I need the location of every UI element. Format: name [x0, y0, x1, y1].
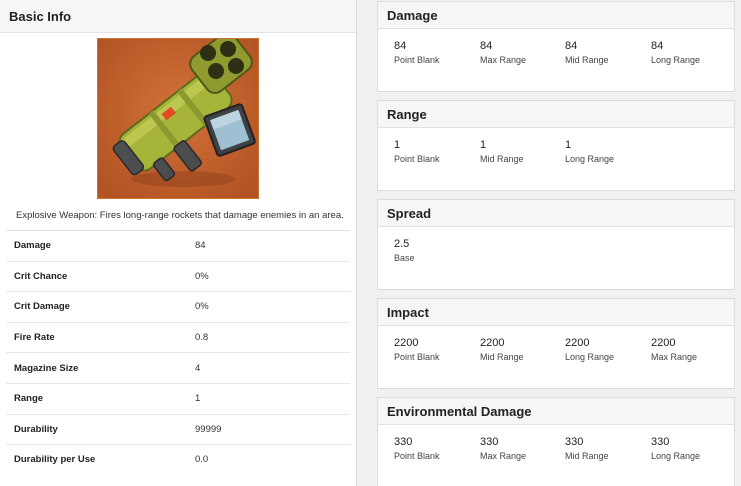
metric-label: Point Blank — [394, 451, 440, 461]
environmental-damage-card-body: 330 Point Blank 330 Max Range 330 Mid Range… — [378, 425, 734, 486]
metric-label: Point Blank — [394, 154, 440, 164]
stat-value-magazine-size: 4 — [195, 362, 201, 374]
stat-value-crit-chance: 0% — [195, 270, 209, 282]
stat-value-range: 1 — [195, 393, 201, 405]
stat-label-damage: Damage — [14, 240, 51, 252]
range-card: Range 1 Point Blank 1 Mid Range 1 Long Rang… — [377, 100, 735, 191]
stat-value-fire-rate: 0.8 — [195, 332, 209, 344]
metric-value: 84 — [480, 40, 493, 52]
weapon-image — [97, 32, 259, 199]
metric-value: 2200 — [480, 337, 505, 349]
metric: 330 Max Range — [480, 436, 526, 461]
stat-label-range: Range — [14, 393, 44, 405]
table-row: Fire Rate 0.8 — [6, 321, 350, 353]
metric: 84 Max Range — [480, 40, 526, 65]
weapon-description: Explosive Weapon: Fires long-range rocke… — [16, 210, 344, 221]
stat-label-durability-per-use: Durability per Use — [14, 454, 96, 466]
table-row: Damage 84 — [6, 230, 350, 261]
metric: 1 Point Blank — [394, 139, 440, 164]
metric-value: 84 — [565, 40, 578, 52]
stat-label-crit-chance: Crit Chance — [14, 270, 68, 282]
range-card-body: 1 Point Blank 1 Mid Range 1 Long Range — [378, 128, 734, 190]
range-card-title: Range — [378, 101, 734, 128]
stat-label-magazine-size: Magazine Size — [14, 362, 79, 374]
metric: 2200 Mid Range — [480, 337, 524, 362]
stat-value-damage: 84 — [195, 240, 206, 252]
metric-label: Mid Range — [565, 451, 609, 461]
metric-value: 1 — [480, 139, 487, 151]
spread-card-body: 2.5 Base — [378, 227, 734, 289]
damage-card-title: Damage — [378, 2, 734, 29]
metric-label: Mid Range — [480, 154, 524, 164]
metric-value: 330 — [565, 436, 584, 448]
metric-value: 2200 — [394, 337, 419, 349]
stat-label-crit-damage: Crit Damage — [14, 301, 70, 313]
metric: 84 Point Blank — [394, 40, 440, 65]
table-row: Crit Chance 0% — [6, 260, 350, 292]
metric-value: 330 — [480, 436, 499, 448]
metric-label: Max Range — [651, 352, 698, 362]
metric: 2200 Long Range — [565, 337, 614, 362]
metric-label: Max Range — [480, 55, 527, 65]
metric: 84 Long Range — [651, 40, 700, 65]
table-row: Durability 99999 — [6, 413, 350, 445]
stats-table: Damage 84 Crit Chance 0% Crit Damage 0% … — [6, 230, 350, 475]
metric-value: 1 — [394, 139, 401, 151]
impact-card-title: Impact — [378, 299, 734, 326]
metric: 1 Long Range — [565, 139, 614, 164]
stat-label-durability: Durability — [14, 423, 58, 435]
metric-label: Mid Range — [480, 352, 524, 362]
metric-label: Max Range — [480, 451, 527, 461]
metric-value: 330 — [651, 436, 670, 448]
metric-value: 2.5 — [394, 238, 410, 250]
metric: 84 Mid Range — [565, 40, 609, 65]
metric-label: Mid Range — [565, 55, 609, 65]
metric: 330 Long Range — [651, 436, 700, 461]
stat-value-durability: 99999 — [195, 423, 222, 435]
metric: 2200 Point Blank — [394, 337, 440, 362]
metric-label: Point Blank — [394, 352, 440, 362]
metric-label: Long Range — [565, 352, 615, 362]
metric: 330 Mid Range — [565, 436, 609, 461]
metric: 2200 Max Range — [651, 337, 697, 362]
metric: 2.5 Base — [394, 238, 415, 263]
environmental-damage-card-title: Environmental Damage — [378, 398, 734, 425]
stat-label-fire-rate: Fire Rate — [14, 332, 55, 344]
table-row: Crit Damage 0% — [6, 291, 350, 322]
metric: 330 Point Blank — [394, 436, 440, 461]
spread-card: Spread 2.5 Base — [377, 199, 735, 290]
impact-card: Impact 2200 Point Blank 2200 Mid Range 220… — [377, 298, 735, 389]
damage-card: Damage 84 Point Blank 84 Max Range 84 Mid R… — [377, 1, 735, 92]
basic-info-panel: Basic Info Explosive Weapon: Fires long-… — [0, 0, 357, 486]
rocket-launcher-icon — [98, 32, 258, 198]
damage-card-body: 84 Point Blank 84 Max Range 84 Mid Range 84… — [378, 29, 734, 91]
table-row: Magazine Size 4 — [6, 352, 350, 383]
metric: 1 Mid Range — [480, 139, 524, 164]
environmental-damage-card: Environmental Damage 330 Point Blank 330 M… — [377, 397, 735, 486]
basic-info-title: Basic Info — [0, 0, 356, 33]
metric-label: Base — [394, 253, 415, 263]
metric-value: 84 — [651, 40, 664, 52]
metric-label: Point Blank — [394, 55, 440, 65]
metric-label: Long Range — [565, 154, 615, 164]
metric-value: 330 — [394, 436, 413, 448]
metric-value: 1 — [565, 139, 572, 151]
metric-value: 2200 — [565, 337, 590, 349]
stat-value-durability-per-use: 0.0 — [195, 454, 209, 466]
table-row: Durability per Use 0.0 — [6, 444, 350, 475]
metric-label: Long Range — [651, 451, 701, 461]
metric-label: Long Range — [651, 55, 701, 65]
metric-value: 2200 — [651, 337, 676, 349]
stat-value-crit-damage: 0% — [195, 301, 209, 313]
impact-card-body: 2200 Point Blank 2200 Mid Range 2200 Long R… — [378, 326, 734, 388]
spread-card-title: Spread — [378, 200, 734, 227]
table-row: Range 1 — [6, 382, 350, 414]
metric-value: 84 — [394, 40, 407, 52]
